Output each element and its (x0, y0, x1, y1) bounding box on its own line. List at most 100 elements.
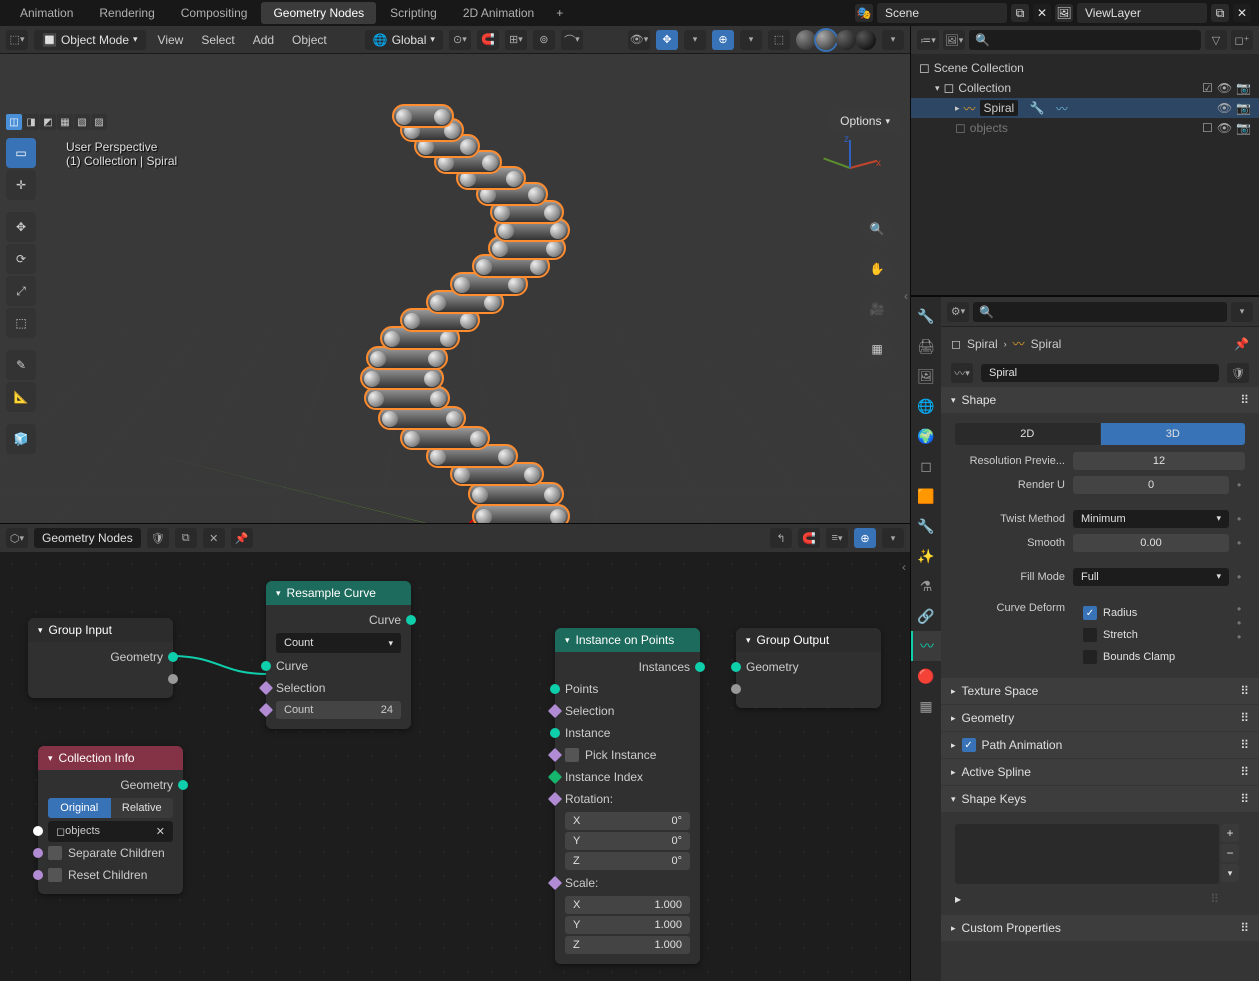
workspace-tab-rendering[interactable]: Rendering (87, 2, 166, 24)
shading-solid[interactable] (816, 30, 836, 50)
socket-pick-instance[interactable]: Pick Instance (555, 744, 700, 766)
tab-object[interactable]: 🟧 (911, 481, 941, 511)
nodetree-name-field[interactable]: Geometry Nodes (34, 528, 141, 548)
shading-dropdown[interactable]: ▾ (882, 30, 904, 50)
add-menu[interactable]: Add (247, 30, 280, 50)
shading-rendered[interactable] (856, 30, 876, 50)
node-sidebar-expand-icon[interactable]: ‹ (902, 560, 906, 574)
overlay-dropdown[interactable]: ▾ (740, 30, 762, 50)
tab-output[interactable]: 🖨 (911, 331, 941, 361)
shapekey-add-button[interactable]: + (1221, 824, 1239, 842)
collection-socket[interactable]: ◻ objects✕ (38, 820, 183, 842)
pan-icon[interactable]: ✋ (862, 254, 892, 284)
outliner-new-collection-icon[interactable]: ◻⁺ (1231, 30, 1253, 50)
panel-active-spline[interactable]: ▸Active Spline⠿ (941, 759, 1259, 785)
node-instance-on-points[interactable]: ▾Instance on Points Instances Points Sel… (555, 628, 700, 964)
workspace-tab-scripting[interactable]: Scripting (378, 2, 449, 24)
scene-delete-icon[interactable]: ✕ (1033, 4, 1051, 22)
viewlayer-new-icon[interactable]: ⧉ (1211, 4, 1229, 22)
perspective-icon[interactable]: ▦ (862, 334, 892, 364)
viewport-3d[interactable]: ◫ ◨ ◩ ▦ ▧ ▨ ▭ ✛ ✥ ⟳ ⤢ ⬚ ✎ 📐 🧊 User Persp… (0, 54, 910, 523)
socket-instance-index[interactable]: Instance Index (555, 766, 700, 788)
socket-virtual-in[interactable] (736, 678, 881, 700)
breadcrumb-data[interactable]: Spiral (1031, 337, 1062, 351)
shapekey-menu-button[interactable]: ▾ (1221, 864, 1239, 882)
tab-modifier[interactable]: 🔧 (911, 511, 941, 541)
node-snap-dropdown[interactable]: ≡▾ (826, 528, 848, 548)
panel-path-animation[interactable]: ▸✓Path Animation⠿ (941, 732, 1259, 758)
mode-dropdown[interactable]: 🔲 Object Mode ▾ (34, 30, 146, 50)
sidebar-expand-icon[interactable]: ‹ (904, 289, 908, 303)
shapekey-play-icon[interactable]: ▸ (955, 892, 961, 906)
add-cube-tool[interactable]: 🧊 (6, 424, 36, 454)
resample-mode-select[interactable]: Count▾ (276, 633, 401, 653)
shading-material[interactable] (836, 30, 856, 50)
properties-type-icon[interactable]: ⚙▾ (947, 302, 969, 322)
fill-mode-select[interactable]: Full▾ (1073, 568, 1229, 586)
outliner-type-icon[interactable]: ≔▾ (917, 30, 939, 50)
resample-count-field[interactable]: Count24 (266, 699, 411, 721)
gizmo-dropdown[interactable]: ▾ (684, 30, 706, 50)
cursor-tool[interactable]: ✛ (6, 170, 36, 200)
view-menu[interactable]: View (152, 30, 190, 50)
workspace-tab-compositing[interactable]: Compositing (169, 2, 260, 24)
datablock-browse-icon[interactable]: 〰▾ (951, 363, 973, 383)
node-snap-icon[interactable]: 🧲 (798, 528, 820, 548)
datablock-shield-icon[interactable]: 🛡 (1227, 363, 1249, 383)
tab-constraints[interactable]: 🔗 (911, 601, 941, 631)
socket-instance-in[interactable]: Instance (555, 722, 700, 744)
properties-search[interactable]: 🔍 (973, 302, 1227, 322)
proportional-icon[interactable]: ⊚ (533, 30, 555, 50)
socket-instances-out[interactable]: Instances (555, 656, 700, 678)
node-collection-info[interactable]: ▾Collection Info Geometry Original Relat… (38, 746, 183, 894)
select-mode-1[interactable]: ◫ (6, 114, 22, 130)
tab-physics[interactable]: ⚗ (911, 571, 941, 601)
shapekey-remove-button[interactable]: − (1221, 844, 1239, 862)
socket-geometry-out[interactable]: Geometry (38, 774, 183, 796)
exclude-icon[interactable]: ☑ (1202, 81, 1213, 95)
separate-children-socket[interactable]: Separate Children (38, 842, 183, 864)
panel-shape[interactable]: ▾Shape⠿ (941, 387, 1259, 413)
socket-rotation[interactable]: Rotation: (555, 788, 700, 810)
tab-material[interactable]: 🔴 (911, 661, 941, 691)
tab-viewlayer[interactable]: 🖼 (911, 361, 941, 391)
workspace-add-button[interactable]: + (548, 2, 571, 24)
shape-2d-button[interactable]: 2D (955, 423, 1100, 445)
tab-texture[interactable]: ▦ (911, 691, 941, 721)
panel-texture-space[interactable]: ▸Texture Space⠿ (941, 678, 1259, 704)
datablock-name-field[interactable]: Spiral (981, 364, 1219, 382)
node-header-collection-info[interactable]: ▾Collection Info (38, 746, 183, 770)
outliner-display-icon[interactable]: 🖼▾ (943, 30, 965, 50)
rotate-tool[interactable]: ⟳ (6, 244, 36, 274)
node-group-output[interactable]: ▾Group Output Geometry (736, 628, 881, 708)
outliner-collection[interactable]: ▾◻Collection ☑👁📷 (911, 78, 1259, 98)
overlay-icon[interactable]: ⊕ (712, 30, 734, 50)
outliner-search[interactable]: 🔍 (969, 30, 1201, 50)
socket-geometry-out[interactable]: Geometry (28, 646, 173, 668)
node-header-resample[interactable]: ▾Resample Curve (266, 581, 411, 605)
annotate-tool[interactable]: ✎ (6, 350, 36, 380)
xray-icon[interactable]: ⬚ (768, 30, 790, 50)
snap-icon[interactable]: 🧲 (477, 30, 499, 50)
eye-icon[interactable]: 👁 (1217, 121, 1232, 135)
pin-icon[interactable]: 📌 (1234, 337, 1249, 351)
tab-scene[interactable]: 🌐 (911, 391, 941, 421)
workspace-tab-2d-animation[interactable]: 2D Animation (451, 2, 546, 24)
transform-tool[interactable]: ⬚ (6, 308, 36, 338)
select-mode-5[interactable]: ▧ (74, 114, 90, 130)
radius-checkbox[interactable]: ✓Radius (1073, 602, 1229, 624)
tab-particles[interactable]: ✨ (911, 541, 941, 571)
breadcrumb-obj[interactable]: Spiral (967, 337, 998, 351)
socket-curve-in[interactable]: Curve (266, 655, 411, 677)
panel-geometry[interactable]: ▸Geometry⠿ (941, 705, 1259, 731)
render-u-field[interactable]: 0 (1073, 476, 1229, 494)
options-dropdown[interactable]: Options ▾ (830, 110, 900, 132)
camera-icon[interactable]: 📷 (1236, 121, 1251, 135)
select-mode-3[interactable]: ◩ (40, 114, 56, 130)
object-menu[interactable]: Object (286, 30, 333, 50)
node-header-instance[interactable]: ▾Instance on Points (555, 628, 700, 652)
node-header-group-output[interactable]: ▾Group Output (736, 628, 881, 652)
properties-options-icon[interactable]: ▾ (1231, 302, 1253, 322)
camera-icon[interactable]: 📷 (1236, 81, 1251, 95)
scale-z[interactable]: Z1.000 (565, 936, 690, 954)
